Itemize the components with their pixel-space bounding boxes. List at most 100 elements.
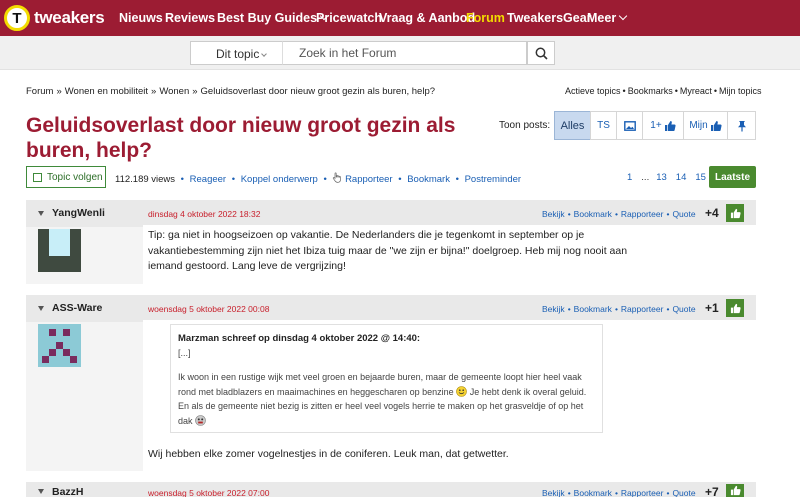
thumbs-up-icon xyxy=(730,303,741,313)
logo-icon: T xyxy=(4,5,30,31)
hand-pointer-icon xyxy=(333,172,342,183)
quote-link[interactable]: Quote xyxy=(672,209,695,219)
bookmark-link[interactable]: Bookmark xyxy=(574,488,612,497)
breadcrumb-item[interactable]: Wonen en mobiliteit xyxy=(65,86,148,97)
bekijk-link[interactable]: Bekijk xyxy=(542,488,565,497)
search-scope-label: Dit topic xyxy=(216,47,260,61)
page-link[interactable]: 13 xyxy=(656,172,667,183)
filter-alles-button[interactable]: Alles xyxy=(554,111,591,140)
nav-item-meer[interactable]: Meer xyxy=(587,11,628,25)
quote-link[interactable]: Quote xyxy=(672,304,695,314)
rapporteer-link[interactable]: Rapporteer xyxy=(621,488,664,497)
bookmark-link[interactable]: Bookmark xyxy=(574,304,612,314)
chevron-down-icon xyxy=(618,11,628,21)
annoyed-smiley-icon xyxy=(195,414,206,426)
search-button[interactable] xyxy=(527,41,555,65)
like-button[interactable] xyxy=(726,484,744,497)
post-actions: Bekijk • Bookmark • Rapporteer • Quote xyxy=(542,209,696,219)
avatar[interactable] xyxy=(38,229,81,272)
filter-1plus-button[interactable]: 1+ xyxy=(642,111,684,140)
logo-text: tweakers xyxy=(34,8,105,27)
nav-item-pricewatch[interactable]: Pricewatch xyxy=(316,11,382,25)
page-title: Geluidsoverlast door nieuw groot gezin a… xyxy=(26,114,456,162)
chevron-down-icon xyxy=(261,51,268,57)
link-separator: • xyxy=(614,209,618,219)
post-date[interactable]: dinsdag 4 oktober 2022 18:32 xyxy=(148,209,260,219)
checkbox-icon xyxy=(33,172,42,182)
filter-1plus-label: 1+ xyxy=(650,120,662,131)
link-separator: • xyxy=(455,174,459,185)
post-text: Tip: ga niet in hoogseizoen op vakantie.… xyxy=(148,229,628,272)
nav-item-nieuws[interactable]: Nieuws xyxy=(119,11,163,25)
topic-follow-button[interactable]: Topic volgen xyxy=(26,166,106,188)
post-score: +7 xyxy=(705,485,719,497)
link-separator: • xyxy=(323,174,327,185)
reageer-link[interactable]: Reageer xyxy=(190,174,226,185)
rapporteer-link[interactable]: Rapporteer xyxy=(621,304,664,314)
page-link[interactable]: 15 xyxy=(695,172,706,183)
post-author[interactable]: BazzH xyxy=(52,486,84,497)
logo-glyph: T xyxy=(12,9,22,27)
quote-block: Marzman schreef op dinsdag 4 oktober 202… xyxy=(170,324,603,433)
bookmark-link[interactable]: Bookmark xyxy=(407,174,450,185)
pagination-ellipsis: ... xyxy=(641,172,650,183)
post-score: +4 xyxy=(705,206,719,220)
collapse-icon[interactable] xyxy=(38,211,44,216)
bekijk-link[interactable]: Bekijk xyxy=(542,209,565,219)
rapporteer-link[interactable]: Rapporteer xyxy=(345,174,393,185)
topic-meta-row: 112.189 views • Reageer • Koppel onderwe… xyxy=(115,172,521,185)
nav-item-best-buy-guides[interactable]: Best Buy Guides xyxy=(217,11,329,25)
link-mijn-topics[interactable]: Mijn topics xyxy=(719,86,762,96)
breadcrumb-item[interactable]: Forum xyxy=(26,86,53,97)
link-separator: • xyxy=(567,209,571,219)
post-date[interactable]: woensdag 5 oktober 2022 07:00 xyxy=(148,488,269,497)
filter-mijn-button[interactable]: Mijn xyxy=(683,111,728,140)
bekijk-link[interactable]: Bekijk xyxy=(542,304,565,314)
post-date[interactable]: woensdag 5 oktober 2022 00:08 xyxy=(148,304,269,314)
link-separator: • xyxy=(567,488,571,497)
last-page-button[interactable]: Laatste xyxy=(709,166,756,188)
filter-pinned-button[interactable] xyxy=(727,111,756,140)
search-scope-dropdown[interactable]: Dit topic xyxy=(190,41,282,65)
post-actions: Bekijk • Bookmark • Rapporteer • Quote xyxy=(542,304,696,314)
post-author[interactable]: YangWenli xyxy=(52,207,105,219)
collapse-icon[interactable] xyxy=(38,306,44,311)
page-link[interactable]: 14 xyxy=(676,172,687,183)
nav-item-vraag-aanbod[interactable]: Vraag & Aanbod xyxy=(379,11,475,25)
koppel-onderwerp-link[interactable]: Koppel onderwerp xyxy=(241,174,318,185)
link-separator: • xyxy=(231,174,236,185)
quote-link[interactable]: Quote xyxy=(672,488,695,497)
breadcrumb-item[interactable]: Wonen xyxy=(159,86,189,97)
link-actieve-topics[interactable]: Actieve topics xyxy=(565,86,621,96)
quote-header[interactable]: Marzman schreef op dinsdag 4 oktober 202… xyxy=(178,333,595,344)
postreminder-link[interactable]: Postreminder xyxy=(465,174,522,185)
avatar[interactable] xyxy=(38,324,81,367)
breadcrumb-item[interactable]: Geluidsoverlast door nieuw groot gezin a… xyxy=(201,86,435,97)
link-separator: • xyxy=(674,86,678,96)
like-button[interactable] xyxy=(726,299,744,317)
bookmark-link[interactable]: Bookmark xyxy=(574,209,612,219)
nav-item-reviews[interactable]: Reviews xyxy=(165,11,215,25)
pin-icon xyxy=(737,120,746,131)
filter-ts-button[interactable]: TS xyxy=(590,111,617,140)
like-button[interactable] xyxy=(726,204,744,222)
post-author[interactable]: ASS-Ware xyxy=(52,302,102,314)
link-separator: • xyxy=(180,174,184,185)
nav-item-tweakersgear[interactable]: TweakersGear xyxy=(507,11,592,25)
rapporteer-link[interactable]: Rapporteer xyxy=(621,209,664,219)
top-navigation: T tweakers Nieuws Reviews Best Buy Guide… xyxy=(0,0,800,36)
filter-images-button[interactable] xyxy=(616,111,643,140)
tweakers-logo[interactable]: T tweakers xyxy=(4,5,105,31)
link-separator: • xyxy=(398,174,402,185)
post-text: Wij hebben elke zomer vogelnestjes in de… xyxy=(148,448,509,460)
page-link[interactable]: 1 xyxy=(627,172,632,183)
link-bookmarks[interactable]: Bookmarks xyxy=(628,86,673,96)
quote-ellipsis[interactable]: [...] xyxy=(178,348,595,358)
link-myreact[interactable]: Myreact xyxy=(680,86,712,96)
link-separator: • xyxy=(666,488,670,497)
smiley-icon xyxy=(456,385,468,397)
nav-item-forum[interactable]: Forum xyxy=(466,11,505,25)
collapse-icon[interactable] xyxy=(38,489,44,494)
search-input[interactable] xyxy=(282,41,527,65)
thumbs-up-icon xyxy=(710,120,722,131)
